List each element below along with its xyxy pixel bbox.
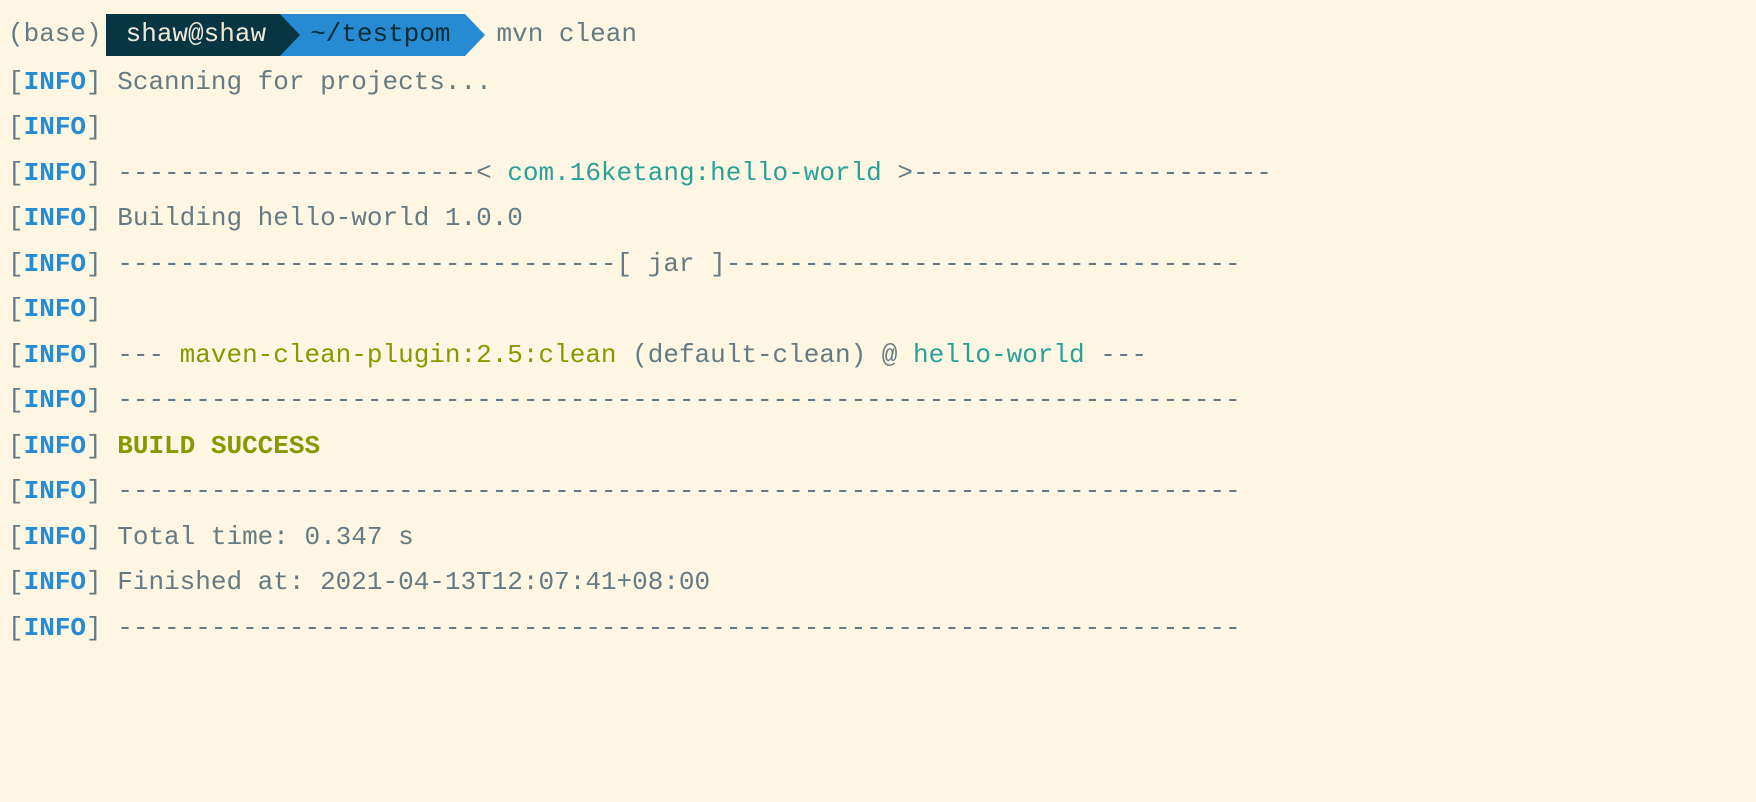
prompt-user-segment: shaw@shaw xyxy=(106,14,280,56)
command-input: mvn clean xyxy=(465,12,637,58)
output-line: [INFO] xyxy=(8,287,1748,333)
output-line: [INFO] --- maven-clean-plugin:2.5:clean … xyxy=(8,333,1748,379)
plugin-target: hello-world xyxy=(913,340,1085,370)
bracket-close: ] xyxy=(86,67,102,97)
output-line: [INFO] BUILD SUCCESS xyxy=(8,424,1748,470)
output-line: [INFO] ---------------------------------… xyxy=(8,606,1748,652)
output-line: [INFO] -----------------------< com.16ke… xyxy=(8,151,1748,197)
horizontal-rule: ----------------------------------------… xyxy=(102,476,1241,506)
jar-line: --------------------------------[ jar ]-… xyxy=(102,249,1241,279)
horizontal-rule: ----------------------------------------… xyxy=(102,613,1241,643)
building-text: Building hello-world 1.0.0 xyxy=(102,203,523,233)
scan-text: Scanning for projects... xyxy=(102,67,492,97)
output-line: [INFO] Scanning for projects... xyxy=(8,60,1748,106)
horizontal-rule: ----------------------------------------… xyxy=(102,385,1241,415)
output-line: [INFO] ---------------------------------… xyxy=(8,469,1748,515)
output-line: [INFO] Total time: 0.347 s xyxy=(8,515,1748,561)
plugin-name: maven-clean-plugin:2.5:clean xyxy=(180,340,617,370)
total-time: Total time: 0.347 s xyxy=(102,522,414,552)
finished-at: Finished at: 2021-04-13T12:07:41+08:00 xyxy=(102,567,711,597)
output-line: [INFO] Finished at: 2021-04-13T12:07:41+… xyxy=(8,560,1748,606)
shell-prompt[interactable]: (base) shaw@shaw ~/testpom mvn clean xyxy=(8,12,1748,58)
output-line: [INFO] --------------------------------[… xyxy=(8,242,1748,288)
build-success: BUILD SUCCESS xyxy=(102,431,320,461)
output-line: [INFO] ---------------------------------… xyxy=(8,378,1748,424)
output-line: [INFO] xyxy=(8,105,1748,151)
info-tag: INFO xyxy=(24,67,86,97)
artifact-id: com.16ketang:hello-world xyxy=(507,158,881,188)
bracket-open: [ xyxy=(8,67,24,97)
conda-env: (base) xyxy=(8,12,106,58)
output-line: [INFO] Building hello-world 1.0.0 xyxy=(8,196,1748,242)
prompt-path-segment: ~/testpom xyxy=(280,14,464,56)
